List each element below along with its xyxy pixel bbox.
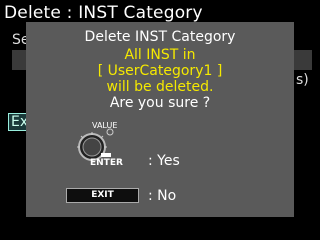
enter-label: ENTER — [90, 158, 123, 168]
no-option-label: : No — [148, 188, 177, 204]
screen-title: Delete : INST Category — [4, 3, 203, 23]
background-text: s) — [296, 72, 309, 88]
warning-line: All INST in — [124, 47, 196, 63]
dialog-title: Delete INST Category — [84, 29, 236, 45]
warning-line: will be deleted. — [106, 79, 214, 95]
category-name: [ UserCategory1 ] — [97, 63, 223, 79]
background-exit-button: Ex — [8, 113, 28, 131]
delete-confirm-dialog: Delete INST Category All INST in [ UserC… — [26, 22, 294, 217]
exit-button[interactable]: EXIT — [66, 188, 139, 203]
confirm-question: Are you sure ? — [109, 95, 211, 111]
yes-option-label: : Yes — [148, 153, 180, 169]
